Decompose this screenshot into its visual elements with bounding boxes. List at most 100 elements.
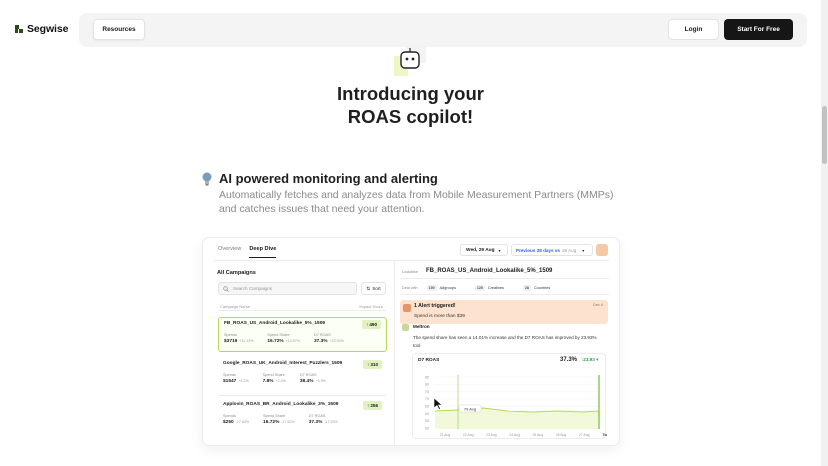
impact-score: 256 [370,403,378,408]
tab-overview[interactable]: Overview [218,246,241,258]
col-campaign-name: Campaign Name [220,304,251,309]
filter-label: Deal with [402,286,418,290]
filter-count: 190 [426,285,437,291]
metric-label: Spend Share [267,333,290,337]
filter-creatives[interactable]: 125 Creatives [474,285,520,291]
y-tick-label: 70 [425,397,429,401]
y-tick-label: 60 [425,412,429,416]
compare-period-picker[interactable]: Previous 28 days vs 28 Aug ▾ [511,244,593,256]
spends-delta: +11.13% [239,339,254,343]
page-scrollbar[interactable] [821,0,828,466]
campaign-row[interactable]: Applovin_ROAS_BR_Android_Lookalike_3%_15… [218,399,387,434]
filter-name: Countries [533,286,551,290]
alert-date: Dec 4 [593,303,603,307]
arrow-up-icon: ↑ [367,403,370,408]
metric-label: Spend Share [262,373,285,377]
spends-delta: +4.2% [238,379,249,383]
divider [218,310,387,311]
impact-score-badge: ↑ 256 [363,401,382,410]
sort-label: Sort [372,286,381,291]
roas-value: 38.4% [299,379,314,384]
dashboard-preview: Overview Deep Dive Wed, 29 Aug ▾ Previous… [203,238,619,445]
start-for-free-button[interactable]: Start For Free [724,19,793,40]
metric-label: Spends [223,373,236,377]
metric-label: Spends [224,333,237,337]
brand-logo[interactable]: Segwise [15,23,68,35]
campaign-metrics: Spends $250 -17.83% Spend Share 16.72% -17.6… [223,414,338,425]
metric-label: D7 ROAS [313,333,331,337]
arrow-up-icon: ↑ [366,322,369,327]
filter-name: Creatives [487,286,504,290]
x-tick-label: 24 Aug [509,433,520,437]
panel-divider [394,261,395,445]
filter-adgroups[interactable]: 190 Adgroups [426,285,472,291]
resources-button[interactable]: Resources [93,19,145,40]
chevron-down-icon: ▾ [498,247,501,253]
hero-title-line2: ROAS copilot! [347,106,474,127]
roas-delta: +23.93% [329,339,344,343]
chevron-down-icon: ▾ [582,247,585,253]
tab-deep-dive[interactable]: Deep Dive [249,246,277,258]
date-picker[interactable]: Wed, 29 Aug ▾ [460,244,508,256]
x-tick-label: Today [603,433,607,437]
share-value: 16.72% [267,339,284,344]
feature-title: AI powered monitoring and alerting [219,171,438,186]
x-tick-label: 25 Aug [533,433,544,437]
alert-card[interactable]: 1 Alert triggered! Spend is more than $3… [400,300,608,324]
feature-description: Automatically fetches and analyzes data … [219,189,614,215]
x-axis-ticks: 21 Aug 22 Aug 23 Aug 24 Aug 25 Aug 26 Aug 27 A… [440,433,607,437]
sort-icon: ⇅ [366,285,371,291]
share-value: 7.8% [262,379,274,384]
campaign-metrics: Spends $3719 +11.13% Spend Share 16.72% +14.… [224,333,344,344]
y-tick-label: 85 [425,375,429,379]
campaign-label: Lookalike [402,270,419,274]
tabs-divider [213,260,609,261]
scrollbar-thumb[interactable] [822,106,827,164]
all-campaigns-title: All Campaigns [217,270,256,276]
y-tick-label: 65 [425,405,429,409]
filter-count: 125 [474,285,485,291]
col-impact-score: Impact Score [359,304,383,309]
impact-score: 490 [369,322,377,327]
agent-message: The spend share has seen a 14.01% increa… [413,335,597,348]
y-tick-label: 55 [425,419,429,423]
login-button[interactable]: Login [668,19,719,40]
campaign-row[interactable]: FB_ROAS_US_Android_Lookalike_5%_1509 ↑ 49… [218,317,387,352]
alert-icon [403,304,411,312]
hero-title-line1: Introducing your [337,83,484,104]
impact-score-badge: ↑ 310 [363,360,382,369]
share-delta: +2.4% [275,379,286,383]
brand-name: Segwise [27,23,69,35]
share-delta: +14.07% [285,339,300,343]
dashboard-tabs: Overview Deep Dive [218,246,277,258]
x-tick-label: 27 Aug [579,433,590,437]
lightbulb-icon [202,172,212,186]
search-campaigns-input[interactable]: Search Campaigns [218,282,357,295]
metric-label: Spends [223,414,236,418]
segwise-logo-icon [15,25,23,33]
sort-button[interactable]: ⇅ Sort [361,282,386,295]
column-headers: Campaign Name Impact Score [220,304,383,309]
campaign-metrics: Spends $1547 +4.2% Spend Share 7.8% +2.4% D7… [223,373,326,384]
filter-count: 28 [522,285,531,291]
hero-title: Introducing your ROAS copilot! [0,82,821,128]
impact-score: 310 [370,362,378,367]
roas-delta: -17.63% [324,420,338,424]
search-placeholder: Search Campaigns [233,286,273,291]
avatar[interactable] [596,244,608,256]
x-tick-label: 22 Aug [463,433,474,437]
campaign-row[interactable]: Google_ROAS_UK_Android_Interest_Puzzlers… [218,358,387,393]
roas-delta: +5.9% [315,379,326,383]
arrow-up-icon: ↑ [367,362,370,367]
divider [218,395,387,396]
chart-value: 37.3% [560,357,578,363]
share-delta: -17.62% [281,420,295,424]
chart-delta-badge: ↑23.93 ▾ [581,357,599,362]
tooltip-label: 79 Avg [464,406,476,411]
filter-name: Adgroups [439,286,456,290]
x-tick-label: 21 Aug [440,433,451,437]
filter-countries[interactable]: 28 Countries [522,285,566,291]
y-tick-label: 50 [425,426,429,430]
roas-value: 37.3% [308,420,323,425]
y-tick-label: 75 [425,390,429,394]
